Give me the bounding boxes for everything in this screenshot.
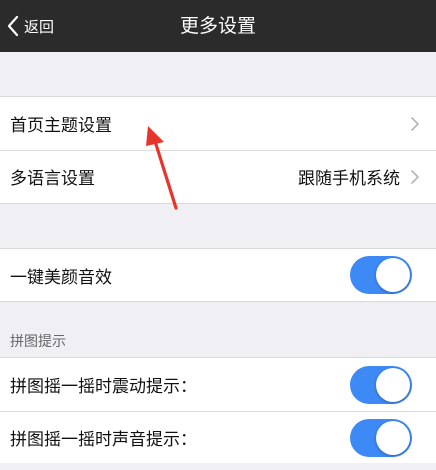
chevron-left-icon [6, 14, 20, 38]
puzzle-vibration-row: 拼图摇一摇时震动提示： [0, 358, 436, 411]
chevron-right-icon [410, 116, 420, 132]
puzzle-section-header: 拼图提示 [10, 334, 66, 350]
settings-group-display: 首页主题设置 多语言设置 跟随手机系统 [0, 96, 436, 204]
language-setting-row[interactable]: 多语言设置 跟随手机系统 [0, 150, 436, 203]
beauty-sound-toggle[interactable] [350, 256, 412, 294]
chevron-right-icon [410, 169, 420, 185]
puzzle-sound-label: 拼图摇一摇时声音提示： [10, 430, 197, 450]
puzzle-sound-row: 拼图摇一摇时声音提示： [0, 411, 436, 464]
language-setting-value: 跟随手机系统 [298, 169, 400, 189]
puzzle-vibration-label: 拼图摇一摇时震动提示： [10, 377, 197, 397]
navigation-bar: 返回 更多设置 [0, 0, 436, 52]
beauty-sound-label: 一键美颜音效 [10, 267, 112, 288]
home-theme-setting-row[interactable]: 首页主题设置 [0, 97, 436, 150]
puzzle-vibration-toggle[interactable] [350, 365, 412, 404]
toggle-knob [376, 258, 410, 292]
home-theme-setting-label: 首页主题设置 [10, 116, 112, 136]
settings-group-puzzle: 拼图摇一摇时震动提示： 拼图摇一摇时声音提示： [0, 357, 436, 465]
bottom-spacer [0, 463, 436, 470]
back-label: 返回 [24, 17, 55, 36]
beauty-sound-row: 一键美颜音效 [0, 249, 436, 301]
toggle-knob [376, 367, 410, 402]
toggle-knob [376, 420, 410, 455]
page-title: 更多设置 [179, 15, 256, 37]
language-setting-label: 多语言设置 [10, 169, 95, 189]
settings-group-sound: 一键美颜音效 [0, 248, 436, 302]
puzzle-sound-toggle[interactable] [350, 418, 412, 457]
back-button[interactable]: 返回 [6, 0, 54, 52]
